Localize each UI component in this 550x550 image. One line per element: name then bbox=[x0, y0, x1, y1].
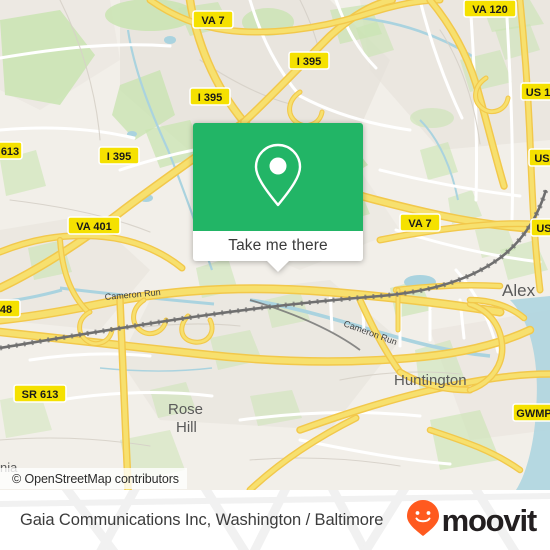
svg-text:GWMP: GWMP bbox=[516, 408, 550, 420]
svg-text:Rose: Rose bbox=[168, 401, 203, 418]
svg-text:VA 7: VA 7 bbox=[408, 218, 431, 230]
moovit-brand-logo[interactable]: moovit bbox=[406, 499, 538, 542]
svg-text:VA 401: VA 401 bbox=[76, 221, 111, 233]
svg-text:I 395: I 395 bbox=[198, 92, 222, 104]
svg-text:US: US bbox=[536, 223, 550, 235]
svg-text:US: US bbox=[534, 153, 549, 165]
callout-pointer-tail bbox=[267, 261, 289, 272]
svg-text:VA 7: VA 7 bbox=[201, 15, 224, 27]
bottom-info-bar: Gaia Communications Inc, Washington / Ba… bbox=[0, 490, 550, 550]
svg-text:Alex: Alex bbox=[502, 281, 536, 300]
moovit-smiley-pin-icon bbox=[406, 499, 440, 542]
svg-text:I 395: I 395 bbox=[297, 56, 321, 68]
osm-attribution[interactable]: © OpenStreetMap contributors bbox=[0, 468, 187, 489]
svg-text:VA 120: VA 120 bbox=[472, 4, 507, 16]
location-title: Gaia Communications Inc, Washington / Ba… bbox=[20, 510, 384, 529]
callout-header bbox=[193, 123, 363, 231]
svg-text:SR 613: SR 613 bbox=[22, 389, 59, 401]
svg-text:48: 48 bbox=[0, 304, 12, 316]
take-me-there-label: Take me there bbox=[228, 237, 328, 254]
svg-text:US 1: US 1 bbox=[526, 87, 550, 99]
destination-callout-card[interactable]: Take me there bbox=[193, 123, 363, 272]
location-pin-icon bbox=[252, 142, 304, 213]
callout-action-bar[interactable]: Take me there bbox=[193, 231, 363, 261]
svg-text:Huntington: Huntington bbox=[394, 372, 467, 389]
svg-text:I 395: I 395 bbox=[107, 151, 131, 163]
moovit-map-screenshot: .land { fill:#f2efe9; } .resid { fill:#e… bbox=[0, 0, 550, 550]
svg-text:Hill: Hill bbox=[176, 419, 197, 436]
moovit-wordmark: moovit bbox=[441, 502, 538, 538]
svg-text:613: 613 bbox=[1, 146, 19, 158]
